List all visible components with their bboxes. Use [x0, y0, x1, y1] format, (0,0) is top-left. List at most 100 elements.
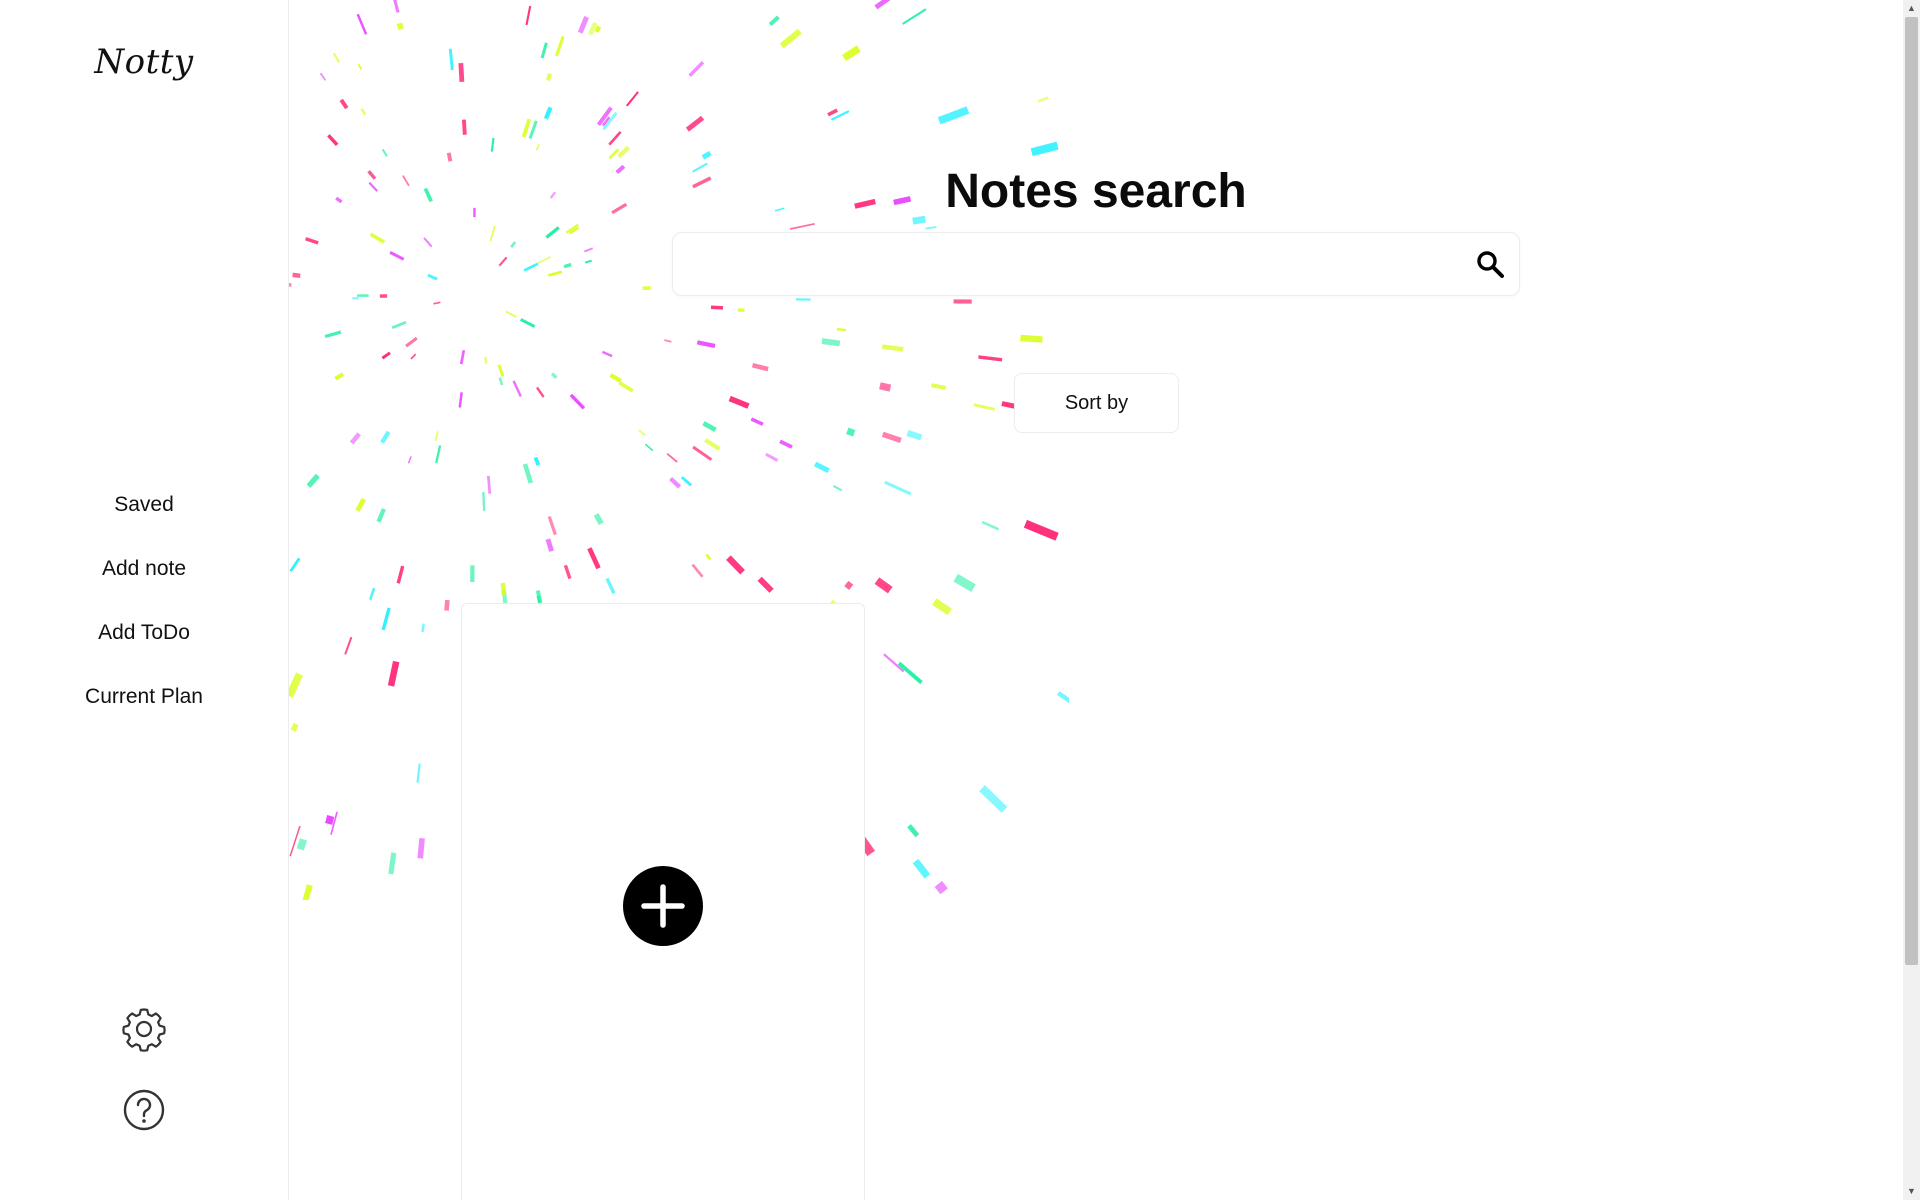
- confetti-streak: [391, 320, 407, 330]
- sidebar-item-add-note[interactable]: Add note: [0, 550, 288, 614]
- scroll-down-arrow-icon[interactable]: ▼: [1903, 1183, 1920, 1200]
- scroll-up-arrow-icon[interactable]: ▲: [1903, 0, 1920, 17]
- confetti-streak: [934, 880, 948, 895]
- confetti-streak: [594, 25, 602, 33]
- confetti-streak: [525, 5, 532, 26]
- search-input[interactable]: [687, 241, 1451, 287]
- confetti-streak: [932, 598, 952, 616]
- confetti-streak: [728, 395, 750, 409]
- confetti-streak: [405, 336, 418, 348]
- main-content: Notes search Sort by: [289, 0, 1903, 1200]
- add-note-card[interactable]: [461, 603, 865, 1200]
- confetti-streak: [324, 330, 342, 339]
- confetti-streak: [608, 131, 622, 146]
- confetti-streak: [355, 497, 366, 512]
- confetti-streak: [500, 582, 507, 597]
- confetti-streak: [638, 429, 646, 437]
- confetti-streak: [498, 256, 508, 267]
- scrollbar-thumb[interactable]: [1905, 17, 1918, 965]
- app-window: Notty Saved Add note Add ToDo Current Pl…: [0, 0, 1920, 1200]
- confetti-streak: [931, 383, 947, 390]
- gear-icon[interactable]: [120, 1005, 168, 1053]
- confetti-streak: [702, 421, 717, 432]
- confetti-streak: [874, 0, 891, 10]
- confetti-streak: [593, 513, 604, 526]
- confetti-streak: [498, 377, 504, 386]
- confetti-streak: [906, 430, 923, 441]
- confetti-streak: [389, 251, 405, 261]
- confetti-streak: [489, 225, 496, 242]
- confetti-streak: [884, 480, 912, 496]
- sidebar-item-current-plan[interactable]: Current Plan: [0, 678, 288, 742]
- confetti-streak: [356, 13, 368, 35]
- sidebar-nav: Saved Add note Add ToDo Current Plan: [0, 486, 288, 742]
- search-bar: [672, 232, 1520, 296]
- confetti-streak: [1020, 334, 1043, 343]
- confetti-streak: [1023, 519, 1059, 541]
- confetti-streak: [407, 456, 412, 464]
- confetti-streak: [937, 106, 970, 125]
- confetti-streak: [319, 72, 327, 81]
- confetti-streak: [417, 837, 425, 859]
- confetti-streak: [423, 237, 433, 248]
- confetti-streak: [664, 339, 672, 343]
- confetti-streak: [692, 445, 713, 461]
- confetti-streak: [813, 461, 830, 473]
- confetti-streak: [427, 273, 438, 281]
- plus-icon: [641, 884, 685, 928]
- confetti-streak: [410, 353, 417, 360]
- confetti-streak: [696, 340, 716, 349]
- page-title: Notes search: [945, 165, 1247, 219]
- sidebar-item-saved[interactable]: Saved: [0, 486, 288, 550]
- confetti-streak: [376, 508, 386, 523]
- confetti-streak: [289, 283, 292, 287]
- confetti-streak: [484, 356, 488, 364]
- sort-by-button[interactable]: Sort by: [1014, 373, 1179, 433]
- confetti-streak: [545, 538, 554, 552]
- confetti-streak: [836, 328, 847, 332]
- sidebar-item-add-todo[interactable]: Add ToDo: [0, 614, 288, 678]
- confetti-streak: [416, 763, 421, 783]
- confetti-streak: [881, 431, 902, 443]
- help-icon[interactable]: [120, 1086, 168, 1134]
- confetti-streak: [605, 577, 616, 595]
- confetti-streak: [881, 344, 904, 352]
- confetti-streak: [584, 247, 594, 253]
- confetti-streak: [435, 445, 442, 464]
- confetti-streak: [1030, 141, 1059, 157]
- confetti-streak: [907, 824, 920, 838]
- confetti-streak: [554, 35, 565, 57]
- confetti-streak: [327, 134, 339, 146]
- search-icon[interactable]: [1475, 249, 1505, 279]
- confetti-streak: [608, 148, 620, 160]
- confetti-streak: [380, 430, 391, 444]
- add-note-button[interactable]: [623, 866, 703, 946]
- vertical-scrollbar[interactable]: ▲ ▼: [1903, 0, 1920, 1200]
- confetti-streak: [393, 0, 400, 13]
- confetti-streak: [577, 16, 589, 34]
- confetti-streak: [349, 432, 361, 445]
- confetti-streak: [685, 115, 705, 132]
- confetti-streak: [669, 477, 682, 489]
- confetti-streak: [765, 452, 779, 462]
- confetti-streak: [588, 21, 598, 36]
- confetti-streak: [912, 858, 931, 879]
- sidebar: Notty Saved Add note Add ToDo Current Pl…: [0, 0, 289, 1200]
- confetti-streak: [448, 48, 454, 71]
- confetti-streak: [381, 351, 391, 360]
- confetti-streak: [617, 145, 631, 159]
- confetti-streak: [1057, 691, 1069, 704]
- app-logo[interactable]: Notty: [0, 42, 288, 82]
- confetti-streak: [832, 485, 843, 492]
- confetti-streak: [827, 108, 839, 117]
- confetti-streak: [289, 672, 303, 698]
- confetti-streak: [547, 515, 557, 536]
- confetti-streak: [874, 577, 893, 594]
- confetti-streak: [482, 492, 486, 511]
- confetti-streak: [701, 150, 712, 160]
- confetti-streak: [545, 73, 553, 82]
- confetti-streak: [535, 143, 540, 151]
- confetti-streak: [521, 118, 532, 138]
- confetti-streak: [751, 362, 769, 372]
- confetti-streak: [757, 576, 774, 593]
